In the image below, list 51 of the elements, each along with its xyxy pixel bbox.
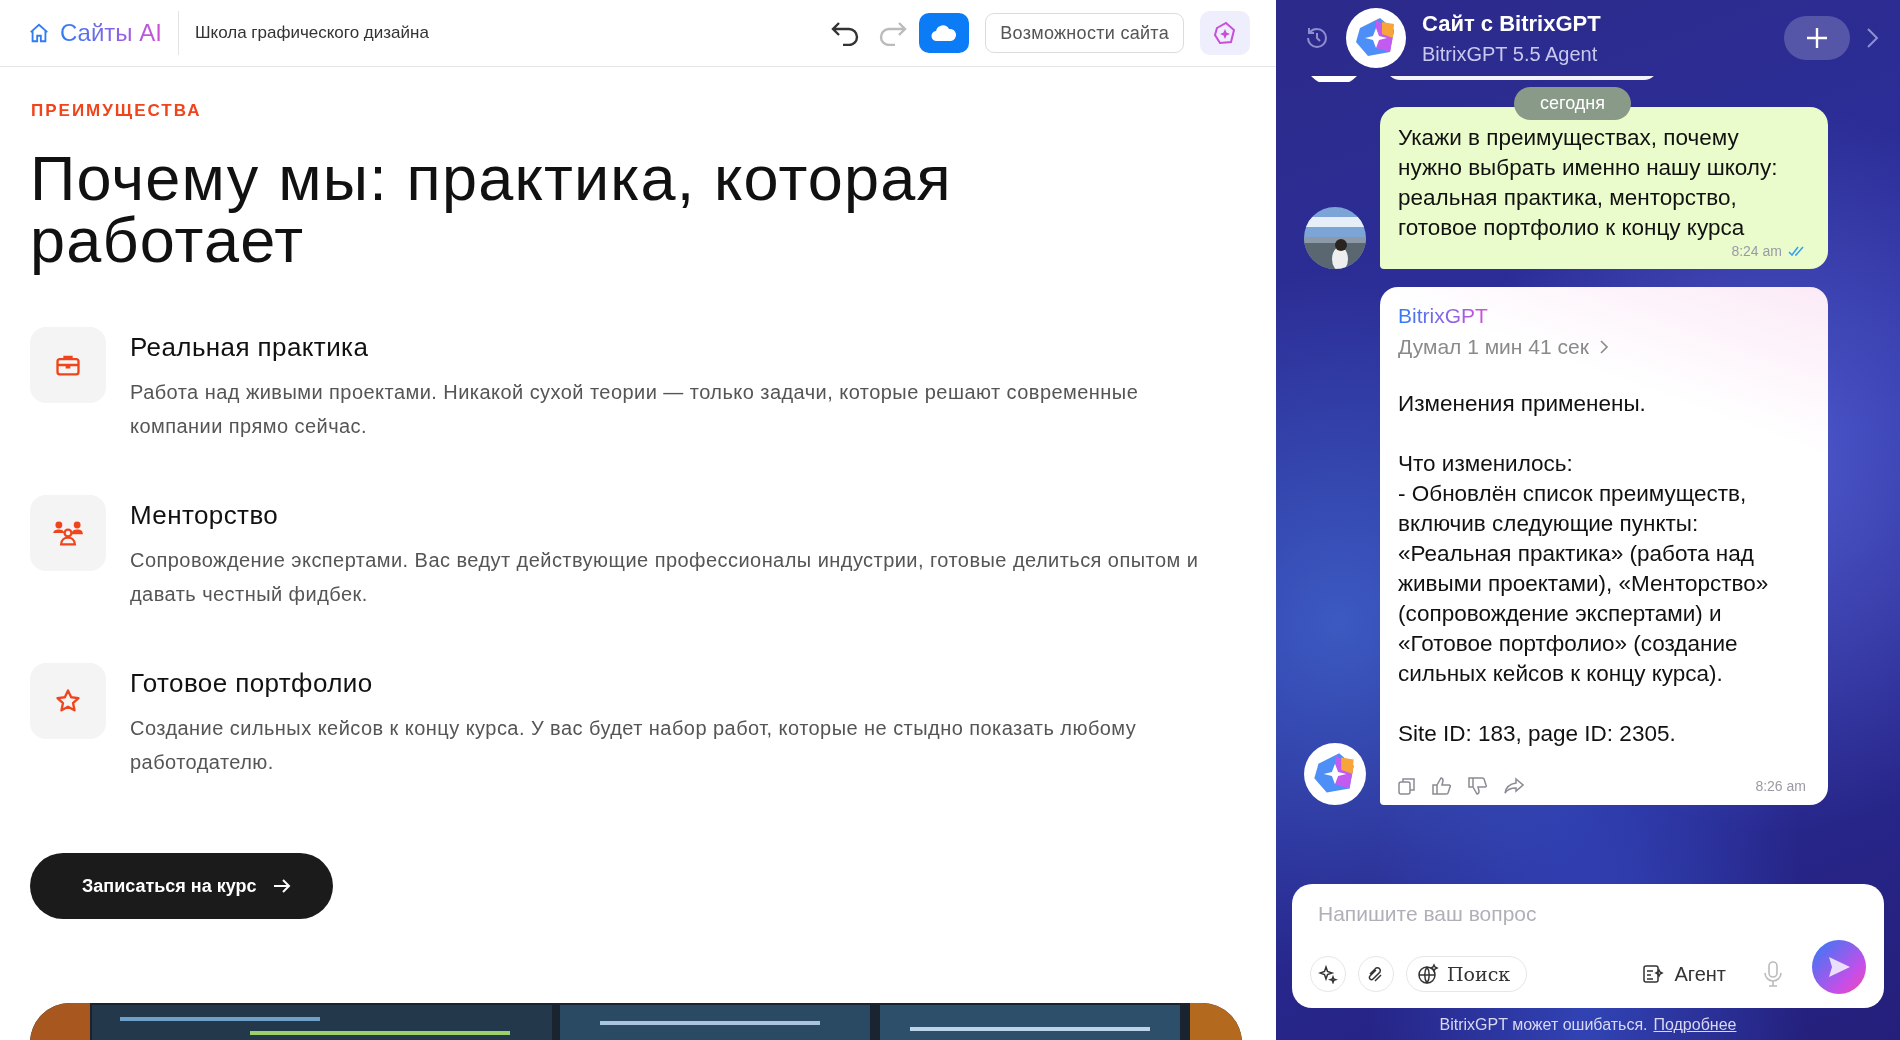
feature-title: Реальная практика [130,332,370,363]
enroll-button[interactable]: Записаться на курс [30,853,333,919]
section-label: ПРЕИМУЩЕСТВА [31,101,203,121]
copy-icon[interactable] [1398,777,1416,795]
new-chat-button[interactable] [1784,16,1850,60]
site-name: Школа графического дизайна [194,23,429,43]
chat-logo-icon [1346,8,1406,68]
message-text: Укажи в преимуществах, почему нужно выбрать именно нашу школу: реальная практика, менторство, готовое портфолио к концу курса [1398,124,1779,242]
feature-text: Работа над живыми проектами. Никакой сухой теории — только задачи, которые решают современные компании прямо сейчас. [130,380,1140,439]
message-text: Что изменилось: [1398,450,1574,478]
feature-text: Создание сильных кейсов к концу курса. У вас будет набор работ, которые не стыдно показать любому работодателю. [130,716,1138,775]
plus-icon [1805,26,1829,50]
attach-button[interactable] [1358,956,1394,992]
globe-icon [1417,963,1439,985]
feature-title: Менторство [130,500,280,531]
disclaimer-text: BitrixGPT может ошибаться. [1439,1016,1648,1034]
message-text: Изменения применены. [1398,390,1647,418]
message-composer[interactable]: Напишите ваш вопрос Поиск Агент [1292,884,1884,1008]
sparkle-icon [1212,20,1238,46]
send-button[interactable] [1812,940,1866,994]
agent-button[interactable]: Агент [1636,961,1732,987]
bot-avatar-icon [1304,743,1366,805]
sparkle-button[interactable] [1310,956,1346,992]
message-time: 8:26 am [1755,778,1806,794]
chat-subtitle: BitrixGPT 5.5 Agent [1422,42,1599,66]
people-icon [52,519,84,547]
date-divider: сегодня [1514,87,1631,120]
ai-button[interactable] [1200,11,1250,55]
feature-text: Сопровождение экспертами. Вас ведут действующие профессионалы индустрии, готовые делиться опытом и давать честный фидбек. [130,548,1200,607]
send-icon [1827,956,1851,978]
feature-title: Готовое портфолио [130,668,374,699]
search-button[interactable]: Поиск [1406,956,1528,992]
features-button[interactable]: Возможности сайта [985,13,1184,53]
message-time: 8:24 am [1731,243,1782,259]
message-text: - Обновлён список преимуществ, включив следующие пункты: «Реальная практика» (работа над живыми проектами), «Менторство» (сопровождение экспертами) и «Готовое портфолио» (создание сильных кейсов к концу курса). [1398,480,1770,688]
share-icon[interactable] [1504,777,1524,795]
chat-title: Сайт с BitrixGPT [1422,10,1602,37]
more-link[interactable]: Подробнее [1653,1016,1737,1034]
cloud-button[interactable] [919,13,970,53]
star-icon [54,687,82,715]
thumbs-up-icon[interactable] [1432,777,1452,795]
sparkle-icon [1318,964,1338,984]
chevron-right-icon [1598,339,1609,355]
document-icon [1642,963,1665,985]
chevron-right-icon[interactable] [1866,27,1880,49]
home-icon[interactable] [28,22,50,44]
thumbs-down-icon[interactable] [1468,777,1488,795]
message-text: Site ID: 183, page ID: 2305. [1398,720,1677,748]
history-icon[interactable] [1304,25,1330,51]
arrow-right-icon [272,878,291,894]
cloud-icon [931,24,958,42]
